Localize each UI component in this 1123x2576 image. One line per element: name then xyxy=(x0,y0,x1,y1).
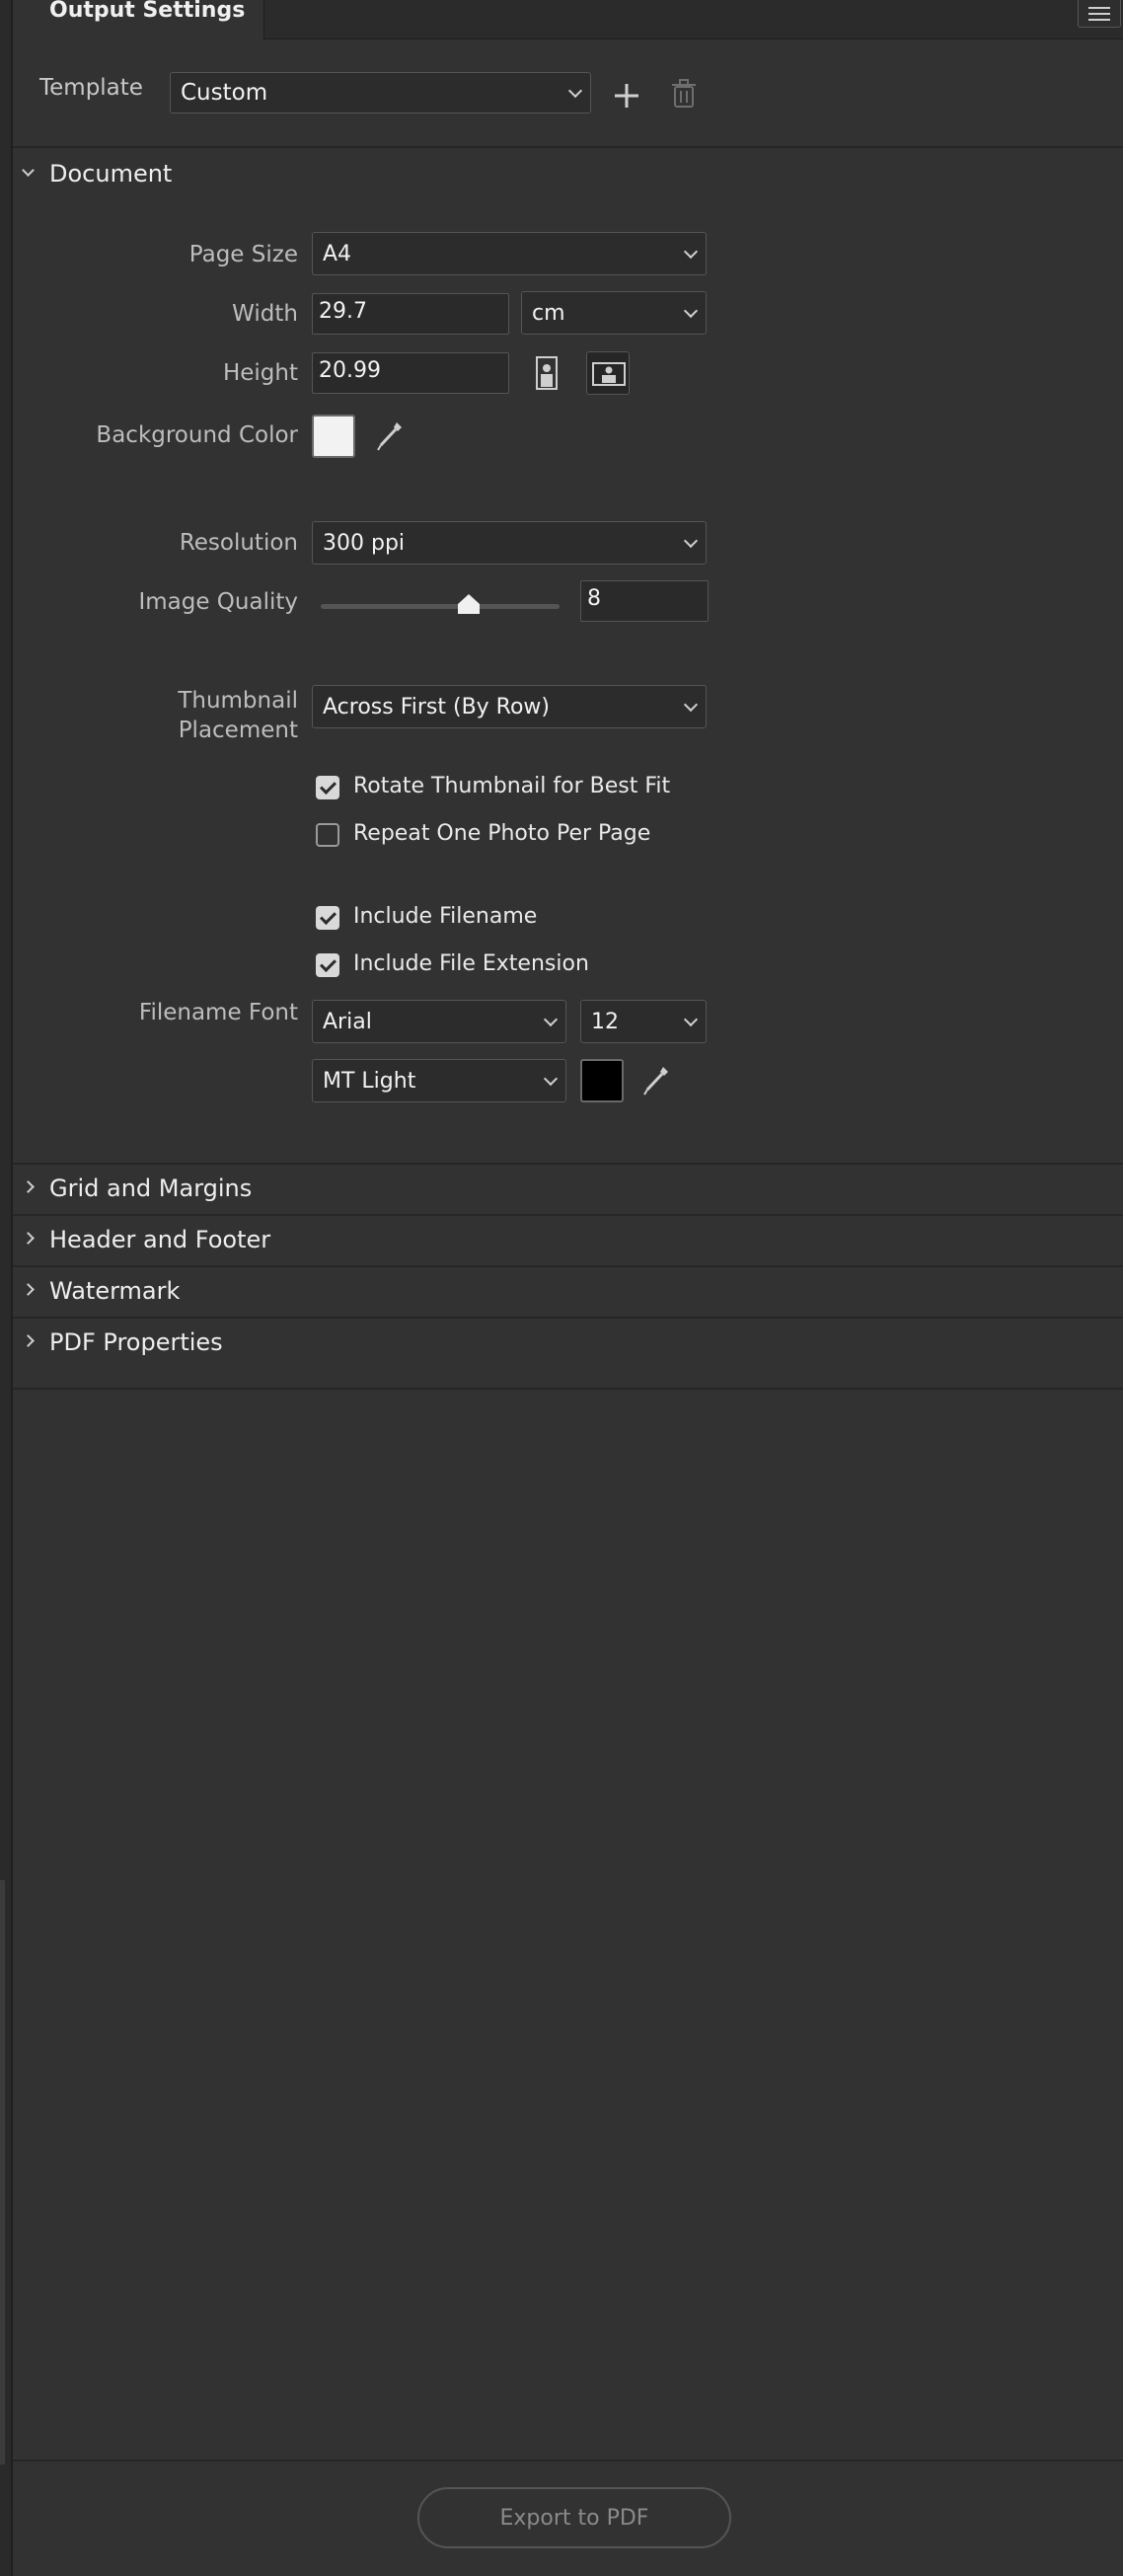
chevron-right-icon[interactable] xyxy=(22,1334,35,1347)
include-filename-label[interactable]: Include Filename xyxy=(353,904,537,929)
section-title-header-and-footer[interactable]: Header and Footer xyxy=(49,1226,270,1253)
chevron-down-icon xyxy=(567,83,583,99)
font-size-select[interactable]: 12 xyxy=(580,1000,707,1043)
font-family-select[interactable]: Arial xyxy=(312,1000,566,1043)
image-quality-input[interactable]: 8 xyxy=(580,580,709,622)
chevron-down-icon[interactable] xyxy=(22,164,35,177)
chevron-right-icon[interactable] xyxy=(22,1283,35,1296)
divider xyxy=(13,1388,1123,1390)
font-size-value: 12 xyxy=(591,1009,619,1034)
thumbnail-placement-label-line2: Placement xyxy=(178,718,298,743)
unit-value: cm xyxy=(532,300,565,326)
include-file-extension-label[interactable]: Include File Extension xyxy=(353,951,589,976)
divider xyxy=(13,1265,1123,1267)
chevron-down-icon xyxy=(683,303,699,319)
height-input[interactable]: 20.99 xyxy=(312,352,509,394)
width-label: Width xyxy=(232,301,298,327)
rotate-thumbnail-checkbox[interactable] xyxy=(316,776,339,799)
repeat-one-photo-checkbox[interactable] xyxy=(316,823,339,847)
divider xyxy=(13,1163,1123,1165)
chevron-down-icon xyxy=(683,697,699,713)
font-family-value: Arial xyxy=(323,1009,372,1034)
resolution-select[interactable]: 300 ppi xyxy=(312,521,707,565)
panel-menu-icon[interactable] xyxy=(1078,0,1121,28)
filename-font-label: Filename Font xyxy=(138,1000,298,1025)
font-style-select[interactable]: MT Light xyxy=(312,1059,566,1102)
font-style-value: MT Light xyxy=(323,1068,416,1094)
thumbnail-placement-value: Across First (By Row) xyxy=(323,694,551,720)
section-title-watermark[interactable]: Watermark xyxy=(49,1277,180,1305)
page-size-value: A4 xyxy=(323,241,352,266)
include-file-extension-checkbox[interactable] xyxy=(316,953,339,977)
repeat-one-photo-label[interactable]: Repeat One Photo Per Page xyxy=(353,821,650,846)
landscape-icon xyxy=(592,362,626,386)
footer-divider xyxy=(13,2460,1123,2462)
rotate-thumbnail-label[interactable]: Rotate Thumbnail for Best Fit xyxy=(353,774,670,798)
export-to-pdf-button[interactable]: Export to PDF xyxy=(417,2487,731,2548)
height-label: Height xyxy=(222,360,298,386)
section-title-pdf-properties[interactable]: PDF Properties xyxy=(49,1328,223,1356)
background-color-swatch[interactable] xyxy=(312,415,355,458)
eyedropper-icon[interactable] xyxy=(375,419,405,453)
landscape-orientation-button[interactable] xyxy=(586,351,630,395)
include-filename-checkbox[interactable] xyxy=(316,906,339,930)
resolution-value: 300 ppi xyxy=(323,530,406,556)
font-color-swatch[interactable] xyxy=(580,1059,624,1102)
add-template-icon[interactable] xyxy=(612,81,641,111)
section-title-grid-and-margins[interactable]: Grid and Margins xyxy=(49,1174,252,1202)
chevron-down-icon xyxy=(683,533,699,549)
page-size-label: Page Size xyxy=(188,242,298,267)
background-color-label: Background Color xyxy=(96,422,298,448)
chevron-down-icon xyxy=(543,1071,559,1087)
trash-icon[interactable] xyxy=(671,79,697,109)
unit-select[interactable]: cm xyxy=(521,291,707,335)
divider xyxy=(13,1317,1123,1319)
template-value: Custom xyxy=(181,80,268,106)
divider xyxy=(13,146,1123,148)
chevron-right-icon[interactable] xyxy=(22,1180,35,1193)
image-quality-label: Image Quality xyxy=(138,589,298,615)
eyedropper-icon[interactable] xyxy=(641,1064,671,1098)
thumbnail-placement-label: Thumbnail Placement xyxy=(59,686,298,745)
thumbnail-placement-label-line1: Thumbnail xyxy=(178,688,298,714)
document-section-title[interactable]: Document xyxy=(49,160,172,188)
template-select[interactable]: Custom xyxy=(170,72,591,114)
chevron-down-icon xyxy=(543,1012,559,1027)
page-size-select[interactable]: A4 xyxy=(312,232,707,275)
gutter-scroll-mark xyxy=(0,1880,5,2464)
tab-output-settings-label: Output Settings xyxy=(49,0,246,23)
thumbnail-placement-select[interactable]: Across First (By Row) xyxy=(312,685,707,728)
template-label: Template xyxy=(39,75,143,101)
chevron-right-icon[interactable] xyxy=(22,1232,35,1245)
portrait-orientation-button[interactable] xyxy=(525,351,568,395)
width-input[interactable]: 29.7 xyxy=(312,293,509,335)
chevron-down-icon xyxy=(683,1012,699,1027)
divider xyxy=(13,1214,1123,1216)
image-quality-slider-track[interactable] xyxy=(321,604,560,609)
chevron-down-icon xyxy=(683,244,699,260)
image-quality-slider-thumb[interactable] xyxy=(456,592,482,616)
portrait-icon xyxy=(536,356,558,390)
resolution-label: Resolution xyxy=(179,530,298,556)
